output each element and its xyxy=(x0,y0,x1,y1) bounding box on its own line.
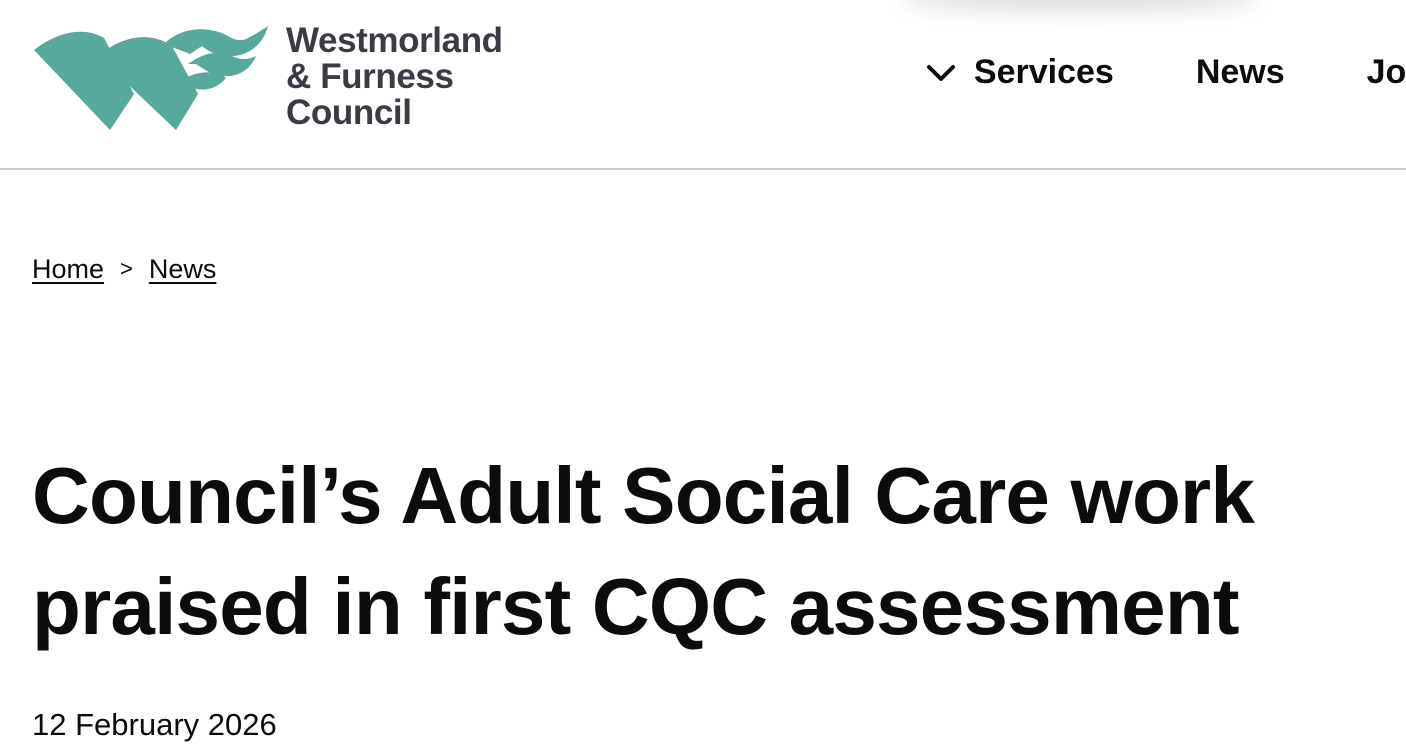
nav-item-jobs[interactable]: Jobs xyxy=(1367,53,1406,92)
page-title: Council’s Adult Social Care work praised… xyxy=(32,451,1255,651)
published-date: 12 February 2026 xyxy=(32,707,277,742)
main-navigation: Services News Jobs xyxy=(926,50,1406,95)
breadcrumb: Home > News xyxy=(32,252,216,286)
site-header: Westmorland & Furness Council Services N… xyxy=(0,0,1406,170)
breadcrumb-home-link[interactable]: Home xyxy=(32,254,104,285)
nav-item-services-label: Services xyxy=(973,53,1114,91)
breadcrumb-separator: > xyxy=(120,256,133,281)
council-logo-link[interactable]: Westmorland & Furness Council xyxy=(32,18,503,136)
nav-item-news[interactable]: News xyxy=(1196,53,1285,92)
westmorland-furness-wf-mark-icon xyxy=(34,26,268,131)
council-name-line-1: Westmorland xyxy=(286,21,503,60)
council-name-line-3: Council xyxy=(286,93,412,132)
nav-item-services[interactable]: Services xyxy=(926,53,1114,92)
breadcrumb-news-link[interactable]: News xyxy=(149,254,217,285)
council-name: Westmorland & Furness Council xyxy=(286,23,503,131)
chevron-down-icon xyxy=(926,64,955,81)
council-name-line-2: & Furness xyxy=(286,57,454,96)
